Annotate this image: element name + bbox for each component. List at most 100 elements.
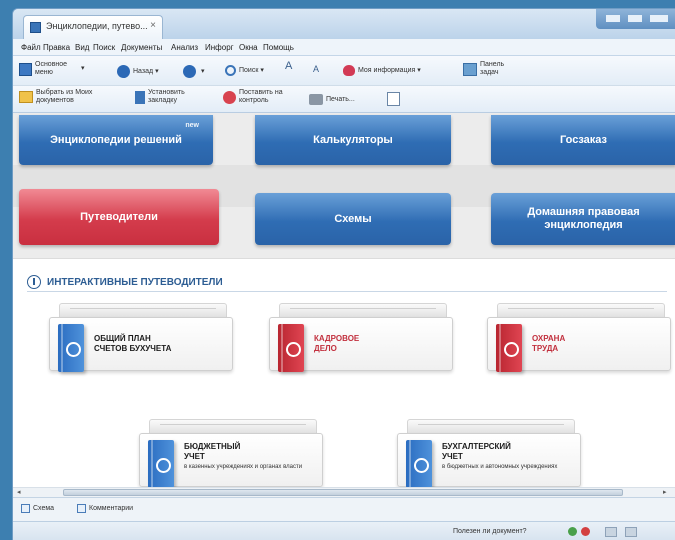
useful-question: Полезен ли документ? xyxy=(453,528,527,535)
main-toolbar: Основное меню ▾ Назад ▾ ▾ Поиск ▾ A A Мо… xyxy=(13,56,675,86)
task-panel-button[interactable]: Панель задач xyxy=(463,61,533,77)
control-icon xyxy=(223,90,236,104)
menu-view[interactable]: Вид xyxy=(75,43,89,52)
tab-comments-label: Комментарии xyxy=(89,505,134,512)
search-button[interactable]: Поиск ▾ xyxy=(225,65,264,76)
thumbs-up-icon[interactable] xyxy=(568,527,577,536)
search-label: Поиск xyxy=(239,66,259,74)
book-icon xyxy=(278,324,304,372)
print-button[interactable]: Печать... xyxy=(309,94,355,105)
export-icon xyxy=(387,92,400,106)
schemes-button[interactable]: Схемы xyxy=(255,193,451,245)
put-control-button[interactable]: Поставить на контроль xyxy=(223,89,303,105)
chevron-down-icon: ▾ xyxy=(201,67,205,75)
nav-banner: Энциклопедии решений new Калькуляторы Го… xyxy=(13,113,675,259)
card-face: ОБЩИЙ ПЛАН СЧЕТОВ БУХУЧЕТА xyxy=(49,317,233,372)
tab-links-label: Схема xyxy=(33,505,55,512)
card-line1: БЮДЖЕТНЫЙ xyxy=(184,442,241,451)
font-decrease-button[interactable]: A xyxy=(313,64,320,74)
new-badge: new xyxy=(185,122,199,129)
guide-card-budget-accounting[interactable]: БЮДЖЕТНЫЙ УЧЕТ в казенных учреждениях и … xyxy=(139,419,323,489)
card-face: КАДРОВОЕ ДЕЛО xyxy=(269,317,453,372)
links-icon xyxy=(21,504,30,513)
menu-bar: Файл Правка Вид Поиск Документы Анализ И… xyxy=(13,39,675,56)
font-decrease-icon: A xyxy=(313,64,320,74)
menu-inforg[interactable]: Инфорг xyxy=(205,43,234,52)
close-window-icon[interactable] xyxy=(650,15,668,22)
scroll-left-icon[interactable]: ◂ xyxy=(17,488,21,496)
encyclopedias-button[interactable]: Энциклопедии решений new xyxy=(19,115,213,165)
my-info-button[interactable]: Моя информация ▾ xyxy=(343,65,421,76)
maximize-icon[interactable] xyxy=(628,15,642,22)
title-bar: Энциклопедии, путево... × xyxy=(13,9,675,39)
search-icon xyxy=(225,65,236,76)
guides-button[interactable]: Путеводители xyxy=(19,189,219,245)
main-menu-label: Основное меню xyxy=(35,61,68,76)
task-panel-icon xyxy=(463,62,477,76)
menu-help[interactable]: Помощь xyxy=(263,43,294,52)
guide-card-hr[interactable]: КАДРОВОЕ ДЕЛО xyxy=(269,303,453,373)
main-menu-button[interactable]: Основное меню ▾ xyxy=(19,61,99,77)
chevron-down-icon: ▾ xyxy=(260,66,264,74)
menu-edit[interactable]: Правка xyxy=(43,43,70,52)
forward-button[interactable]: ▾ xyxy=(183,65,205,78)
thumbs-down-icon[interactable] xyxy=(581,527,590,536)
layout-icon[interactable] xyxy=(625,527,637,537)
back-label: Назад xyxy=(133,67,154,75)
card-line2: ТРУДА xyxy=(532,344,559,353)
scroll-thumb[interactable] xyxy=(63,489,623,496)
calculators-label: Калькуляторы xyxy=(313,133,393,146)
card-line1: ОБЩИЙ ПЛАН xyxy=(94,334,151,343)
secondary-toolbar: Выбрать из Моих документов Установить за… xyxy=(13,86,675,113)
font-increase-button[interactable]: A xyxy=(285,61,292,72)
card-title: БЮДЖЕТНЫЙ УЧЕТ в казенных учреждениях и … xyxy=(184,442,304,471)
browser-tab[interactable]: Энциклопедии, путево... × xyxy=(23,15,163,39)
guide-card-labor-safety[interactable]: ОХРАНА ТРУДА xyxy=(487,303,671,373)
card-line1: КАДРОВОЕ xyxy=(314,334,360,343)
window-controls xyxy=(596,9,675,29)
card-title: КАДРОВОЕ ДЕЛО xyxy=(314,334,359,354)
section-title: ИНТЕРАКТИВНЫЕ ПУТЕВОДИТЕЛИ xyxy=(27,275,223,289)
book-icon xyxy=(406,440,432,488)
export-button[interactable] xyxy=(387,92,403,106)
comments-icon xyxy=(77,504,86,513)
card-title: ОБЩИЙ ПЛАН СЧЕТОВ БУХУЧЕТА xyxy=(94,334,171,354)
home-legal-button[interactable]: Домашняя правовая энциклопедия xyxy=(491,193,675,245)
app-window: Энциклопедии, путево... × Файл Правка Ви… xyxy=(12,8,675,540)
card-face: ОХРАНА ТРУДА xyxy=(487,317,671,372)
scroll-right-icon[interactable]: ▸ xyxy=(663,488,667,496)
menu-search[interactable]: Поиск xyxy=(93,43,115,52)
menu-file[interactable]: Файл xyxy=(21,43,41,52)
back-button[interactable]: Назад ▾ xyxy=(117,65,159,78)
menu-documents[interactable]: Документы xyxy=(121,43,162,52)
card-line1: БУХГАЛТЕРСКИЙ xyxy=(442,442,511,451)
zoom-icon[interactable] xyxy=(605,527,617,537)
folder-icon xyxy=(19,91,33,103)
tab-links[interactable]: Схема xyxy=(21,504,54,513)
menu-windows[interactable]: Окна xyxy=(239,43,258,52)
calculators-button[interactable]: Калькуляторы xyxy=(255,115,451,165)
goszakaz-button[interactable]: Госзаказ xyxy=(491,115,675,165)
close-icon[interactable]: × xyxy=(150,20,156,31)
book-icon xyxy=(148,440,174,488)
card-line2: СЧЕТОВ БУХУЧЕТА xyxy=(94,344,172,353)
card-subtitle: в казенных учреждениях и органах власти xyxy=(184,464,303,470)
guide-card-bookkeeping[interactable]: БУХГАЛТЕРСКИЙ УЧЕТ в бюджетных и автоном… xyxy=(397,419,581,489)
book-icon xyxy=(58,324,84,372)
print-label: Печать... xyxy=(326,95,355,103)
my-info-label: Моя информация xyxy=(358,66,416,74)
select-docs-label: Выбрать из Моих документов xyxy=(36,89,93,104)
chevron-down-icon: ▾ xyxy=(155,67,159,75)
encyclopedias-label: Энциклопедии решений xyxy=(50,133,182,146)
set-bookmark-button[interactable]: Установить закладку xyxy=(135,89,215,105)
guide-card-chart-of-accounts[interactable]: ОБЩИЙ ПЛАН СЧЕТОВ БУХУЧЕТА xyxy=(49,303,233,373)
info-icon xyxy=(27,275,41,289)
minimize-icon[interactable] xyxy=(606,15,620,22)
select-docs-button[interactable]: Выбрать из Моих документов xyxy=(19,89,129,105)
horizontal-scrollbar[interactable]: ◂ ▸ xyxy=(13,487,675,497)
menu-analysis[interactable]: Анализ xyxy=(171,43,198,52)
tab-comments[interactable]: Комментарии xyxy=(77,504,133,513)
chevron-down-icon: ▾ xyxy=(417,66,421,74)
back-arrow-icon xyxy=(117,65,130,78)
heart-icon xyxy=(343,65,355,76)
